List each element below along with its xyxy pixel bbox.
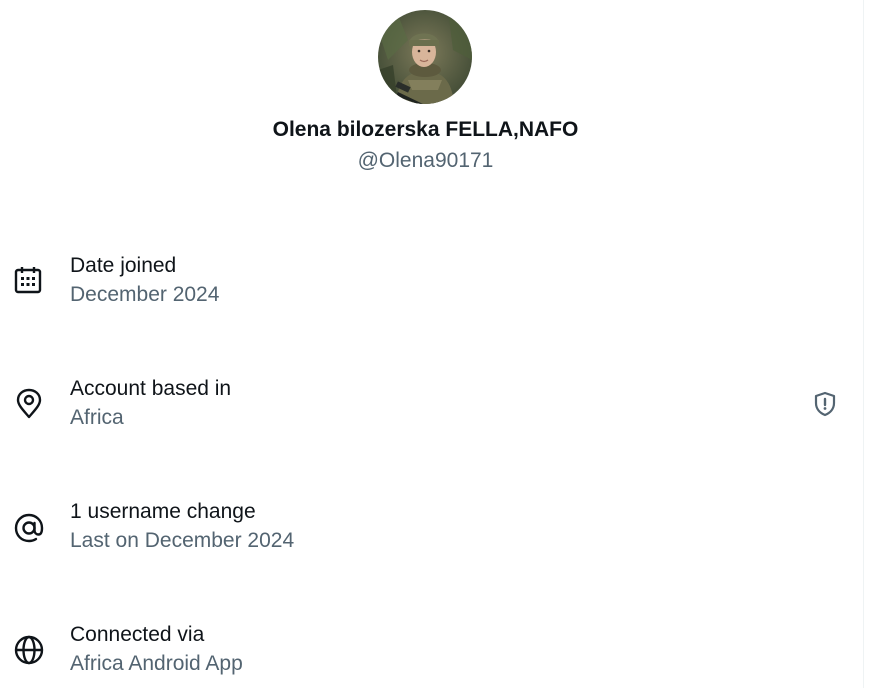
row-subtitle: Africa Android App bbox=[70, 652, 243, 675]
profile-name: Olena bilozerska FELLA,NAFO bbox=[272, 118, 579, 141]
row-title: Account based in bbox=[70, 377, 232, 400]
row-subtitle: Africa bbox=[70, 406, 124, 429]
row-title: Connected via bbox=[70, 623, 205, 646]
row-subtitle: December 2024 bbox=[70, 283, 220, 306]
profile-handle: @Olena90171 bbox=[357, 149, 494, 172]
globe-icon bbox=[12, 633, 46, 667]
date-joined-row: Date joined December 2024 bbox=[0, 246, 863, 316]
row-title: 1 username change bbox=[70, 500, 256, 523]
connected-via-row: Connected via Africa Android App bbox=[0, 615, 863, 685]
at-sign-icon bbox=[12, 511, 46, 545]
row-title: Date joined bbox=[70, 254, 177, 277]
row-subtitle: Last on December 2024 bbox=[70, 529, 295, 552]
location-pin-icon bbox=[12, 388, 46, 422]
username-change-row: 1 username change Last on December 2024 bbox=[0, 492, 863, 562]
shield-alert-icon[interactable] bbox=[812, 391, 838, 417]
profile-avatar[interactable] bbox=[378, 10, 472, 104]
calendar-icon bbox=[12, 264, 46, 298]
column-divider bbox=[863, 0, 864, 688]
account-based-in-row: Account based in Africa bbox=[0, 369, 863, 439]
about-account-page: Olena bilozerska FELLA,NAFO @Olena90171 … bbox=[0, 0, 884, 688]
